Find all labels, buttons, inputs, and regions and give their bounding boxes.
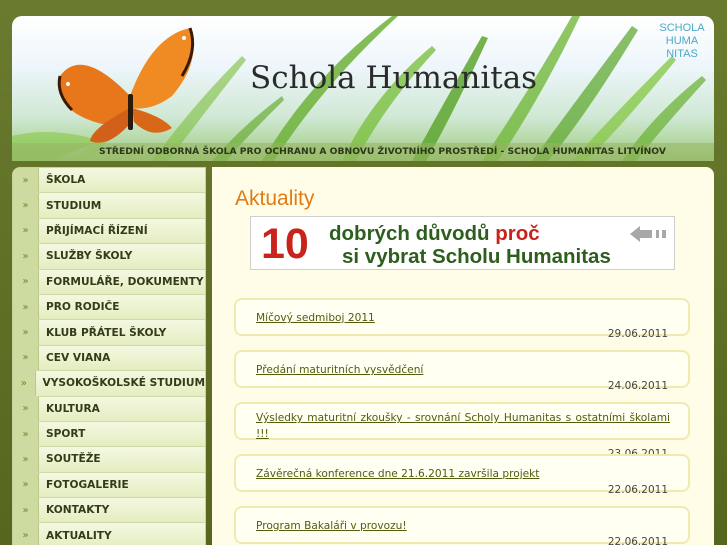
sidebar-item-kultura[interactable]: » KULTURA <box>13 396 205 422</box>
bullet-icon: » <box>13 294 39 320</box>
news-date: 24.06.2011 <box>607 380 668 392</box>
logo-line-2: HUMA <box>665 35 699 47</box>
site-header: Schola Humanitas SCHOLA HUMA NITAS STŘED… <box>12 16 714 161</box>
sidebar-item-label: AKTUALITY <box>46 529 112 542</box>
sidebar-item-klub-pratel[interactable]: » KLUB PŘÁTEL ŠKOLY <box>13 320 205 346</box>
news-item: Program Bakaláři v provozu! 22.06.2011 <box>234 506 690 545</box>
sidebar-item-souteze[interactable]: » SOUTĚŽE <box>13 447 205 473</box>
sidebar-item-label: KLUB PŘÁTEL ŠKOLY <box>46 326 167 339</box>
bullet-icon: » <box>13 345 39 371</box>
news-link[interactable]: Program Bakaláři v provozu! <box>236 508 688 534</box>
bullet-icon: » <box>13 320 39 345</box>
sidebar-item-label: SLUŽBY ŠKOLY <box>46 250 133 263</box>
sidebar-item-prijimaci-rizeni[interactable]: » PŘIJÍMACÍ ŘÍZENÍ <box>13 218 205 245</box>
tagline: STŘEDNÍ ODBORNÁ ŠKOLA PRO OCHRANU A OBNO… <box>12 143 714 161</box>
sidebar-item-label: ŠKOLA <box>46 174 86 187</box>
sidebar-item-sport[interactable]: » SPORT <box>13 421 205 448</box>
sidebar-item-skola[interactable]: » ŠKOLA <box>13 168 205 194</box>
site-title: Schola Humanitas <box>250 60 538 96</box>
bullet-icon: » <box>13 244 39 269</box>
bullet-icon: » <box>13 269 39 294</box>
sidebar-item-label: FOTOGALERIE <box>46 478 129 491</box>
news-item: Výsledky maturitní zkoušky - srovnání Sc… <box>234 402 690 460</box>
news-link[interactable]: Míčový sedmiboj 2011 <box>236 300 688 326</box>
bullet-icon: » <box>13 193 39 218</box>
bullet-icon: » <box>13 168 39 193</box>
bullet-icon: » <box>13 371 36 396</box>
banner-line-1: dobrých důvodů proč <box>329 222 540 246</box>
main-content: Aktuality 10 dobrých důvodů proč si vybr… <box>212 167 714 545</box>
news-date: 22.06.2011 <box>607 536 668 545</box>
sidebar-item-pro-rodice[interactable]: » PRO RODIČE <box>13 294 205 321</box>
banner-number: 10 <box>261 220 309 268</box>
sidebar-item-label: FORMULÁŘE, DOKUMENTY <box>46 275 204 288</box>
news-link[interactable]: Předání maturitních vysvědčení <box>236 352 688 378</box>
banner-line-1-highlight: proč <box>495 222 540 245</box>
news-date: 29.06.2011 <box>607 328 668 340</box>
sidebar-item-kontakty[interactable]: » KONTAKTY <box>13 498 205 524</box>
logo-line-3: NITAS <box>666 48 698 60</box>
sidebar-item-formulare[interactable]: » FORMULÁŘE, DOKUMENTY <box>13 269 205 295</box>
bullet-icon: » <box>13 523 39 545</box>
sidebar-item-label: KULTURA <box>46 402 100 415</box>
bullet-icon: » <box>13 447 39 472</box>
arrow-left-icon <box>630 226 666 242</box>
butterfly-image <box>57 27 195 143</box>
news-link[interactable]: Závěrečná konference dne 21.6.2011 završ… <box>236 456 688 482</box>
news-link[interactable]: Výsledky maturitní zkoušky - srovnání Sc… <box>236 404 688 442</box>
promo-banner[interactable]: 10 dobrých důvodů proč si vybrat Scholu … <box>250 216 675 270</box>
news-date: 22.06.2011 <box>607 484 668 496</box>
news-item: Závěrečná konference dne 21.6.2011 završ… <box>234 454 690 496</box>
sidebar-item-fotogalerie[interactable]: » FOTOGALERIE <box>13 472 205 499</box>
sidebar-nav: » ŠKOLA » STUDIUM » PŘIJÍMACÍ ŘÍZENÍ » S… <box>12 167 206 545</box>
sidebar-item-label: VYSOKOŠKOLSKÉ STUDIUM <box>42 377 205 390</box>
sidebar-item-aktuality[interactable]: » AKTUALITY <box>13 523 205 545</box>
logo-line-1: SCHOLA <box>659 22 705 34</box>
sidebar-item-label: SPORT <box>46 428 86 441</box>
news-item: Předání maturitních vysvědčení 24.06.201… <box>234 350 690 392</box>
sidebar-item-label: CEV VIANA <box>46 351 111 364</box>
sidebar-item-label: STUDIUM <box>46 199 102 212</box>
bullet-icon: » <box>13 218 39 244</box>
sidebar-item-studium[interactable]: » STUDIUM <box>13 193 205 219</box>
bullet-icon: » <box>13 421 39 447</box>
news-list: Míčový sedmiboj 2011 29.06.2011 Předání … <box>234 298 690 545</box>
sidebar-item-label: PŘIJÍMACÍ ŘÍZENÍ <box>46 224 148 237</box>
sidebar-item-label: PRO RODIČE <box>46 301 120 314</box>
news-item: Míčový sedmiboj 2011 29.06.2011 <box>234 298 690 340</box>
bullet-icon: » <box>13 472 39 498</box>
sidebar-item-label: SOUTĚŽE <box>46 453 101 466</box>
bullet-icon: » <box>13 396 39 421</box>
sidebar-item-cev-viana[interactable]: » CEV VIANA <box>13 345 205 372</box>
sidebar-item-label: KONTAKTY <box>46 504 110 517</box>
school-logo[interactable]: SCHOLA HUMA NITAS <box>656 22 708 66</box>
sidebar-item-sluzby-skoly[interactable]: » SLUŽBY ŠKOLY <box>13 244 205 270</box>
sidebar-item-vysokoskolske[interactable]: » VYSOKOŠKOLSKÉ STUDIUM <box>13 371 205 397</box>
page-title: Aktuality <box>235 187 315 210</box>
banner-line-1-text: dobrých důvodů <box>329 222 496 245</box>
banner-line-2: si vybrat Scholu Humanitas <box>342 245 611 268</box>
bullet-icon: » <box>13 498 39 523</box>
